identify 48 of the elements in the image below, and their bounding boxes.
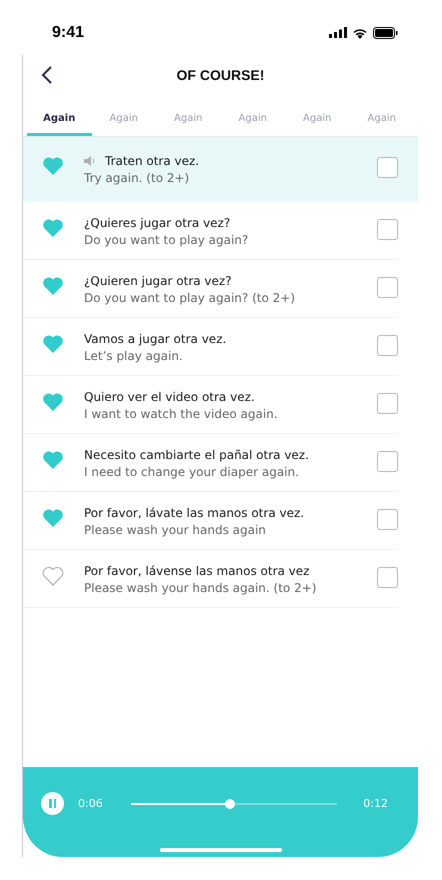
english-translation: Try again. (to 2+)	[84, 171, 190, 185]
checkbox[interactable]	[377, 567, 398, 588]
heart-icon[interactable]	[42, 276, 64, 296]
english-translation: I need to change your diaper again.	[84, 465, 300, 479]
spanish-phrase: Por favor, lávense las manos otra vez	[84, 564, 310, 578]
english-translation: Please wash your hands again	[84, 523, 267, 537]
checkbox[interactable]	[377, 393, 398, 414]
slider-thumb[interactable]	[224, 798, 235, 808]
checkbox[interactable]	[377, 335, 398, 356]
status-time: 9:41	[52, 24, 84, 42]
tab[interactable]: Again	[92, 103, 156, 136]
duration-time: 0:12	[363, 797, 388, 810]
spanish-phrase: Necesito cambiarte el pañal otra vez.	[84, 448, 309, 462]
checkbox[interactable]	[377, 219, 398, 240]
heart-icon[interactable]	[42, 156, 64, 176]
checkbox[interactable]	[377, 509, 398, 530]
spanish-phrase: Quiero ver el video otra vez.	[84, 390, 255, 404]
tab[interactable]: Again	[220, 103, 285, 136]
checkbox[interactable]	[377, 277, 398, 298]
heart-icon[interactable]	[42, 450, 64, 470]
spanish-phrase: Por favor, lávate las manos otra vez.	[84, 506, 304, 520]
tab[interactable]: Again	[350, 103, 414, 136]
heart-icon[interactable]	[42, 508, 64, 528]
tab[interactable]: Again	[285, 103, 350, 136]
heart-icon[interactable]	[42, 334, 64, 354]
signal-icon	[329, 27, 347, 38]
heart-icon[interactable]	[42, 218, 64, 238]
checkbox[interactable]	[377, 157, 398, 178]
pause-button[interactable]	[41, 792, 64, 815]
heart-icon[interactable]	[42, 566, 64, 586]
spanish-phrase: ¿Quieres jugar otra vez?	[84, 216, 230, 230]
back-icon[interactable]	[41, 65, 53, 85]
tab[interactable]: Again	[156, 103, 220, 136]
speaker-icon	[84, 156, 96, 166]
screen-title: OF COURSE!	[176, 67, 264, 83]
english-translation: Do you want to play again?	[84, 233, 250, 247]
spanish-phrase: ¿Quieren jugar otra vez?	[84, 274, 232, 288]
heart-icon[interactable]	[42, 392, 64, 412]
english-translation: Please wash your hands again. (to 2+)	[84, 581, 318, 595]
elapsed-time: 0:06	[78, 797, 103, 810]
english-translation: Do you want to play again? (to 2+)	[84, 291, 296, 305]
spanish-phrase: Traten otra vez.	[105, 154, 200, 168]
spanish-phrase: Vamos a jugar otra vez.	[84, 332, 226, 346]
english-translation: Let’s play again.	[84, 349, 184, 363]
checkbox[interactable]	[377, 451, 398, 472]
battery-icon	[373, 26, 398, 38]
english-translation: I want to watch the video again.	[84, 407, 279, 421]
wifi-icon	[352, 26, 368, 38]
